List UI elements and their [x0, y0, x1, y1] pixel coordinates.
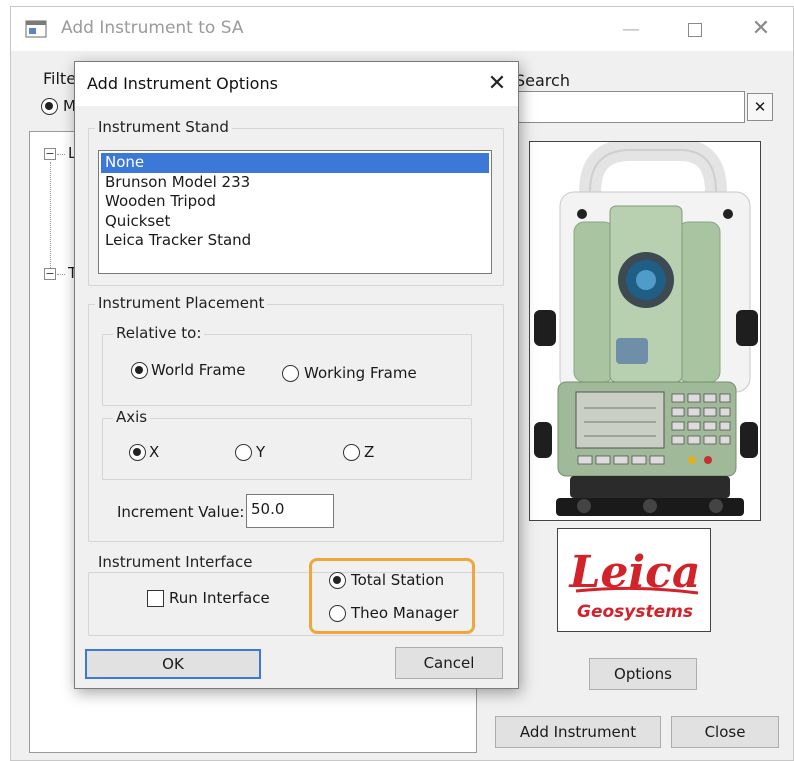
logo-sub-text: Geosystems: [577, 602, 693, 622]
total-station-label[interactable]: Total Station: [351, 571, 444, 589]
main-titlebar[interactable]: Add Instrument to SA — ✕: [11, 7, 793, 51]
main-close-button[interactable]: ✕: [741, 15, 781, 45]
increment-value-input[interactable]: 50.0: [246, 494, 334, 528]
maximize-button[interactable]: [675, 15, 715, 45]
relative-to-legend: Relative to:: [113, 324, 205, 342]
working-frame-label[interactable]: Working Frame: [304, 364, 417, 382]
instrument-interface-legend: Instrument Interface: [95, 553, 256, 571]
leica-logo: Leica Geosystems: [557, 528, 711, 632]
instrument-stand-list[interactable]: None Brunson Model 233 Wooden Tripod Qui…: [98, 150, 492, 274]
stand-option-wooden-tripod[interactable]: Wooden Tripod: [101, 192, 489, 212]
main-window-title: Add Instrument to SA: [61, 18, 244, 38]
dialog-titlebar[interactable]: Add Instrument Options ✕: [75, 62, 518, 106]
instrument-stand-legend: Instrument Stand: [95, 118, 232, 136]
instrument-placement-legend: Instrument Placement: [95, 294, 268, 312]
axis-legend: Axis: [113, 408, 151, 426]
minimize-button[interactable]: —: [611, 15, 651, 45]
axis-z-radio[interactable]: [343, 444, 360, 461]
search-clear-button[interactable]: ✕: [747, 93, 773, 121]
axis-y-radio[interactable]: [235, 444, 252, 461]
theo-manager-label[interactable]: Theo Manager: [351, 604, 459, 622]
close-button[interactable]: Close: [671, 716, 779, 748]
ok-button[interactable]: OK: [85, 649, 261, 679]
axis-x-radio[interactable]: [129, 444, 146, 461]
dialog-title: Add Instrument Options: [87, 74, 278, 93]
total-station-radio[interactable]: [329, 572, 346, 589]
cancel-button[interactable]: Cancel: [395, 647, 503, 679]
maximize-icon: [688, 23, 702, 37]
stand-option-quickset[interactable]: Quickset: [101, 212, 489, 232]
instrument-image: [529, 141, 761, 521]
increment-value-label: Increment Value:: [117, 503, 245, 521]
run-interface-checkbox[interactable]: [147, 590, 164, 607]
run-interface-label[interactable]: Run Interface: [169, 589, 270, 607]
axis-z-label[interactable]: Z: [364, 443, 374, 461]
stand-option-leica-tracker[interactable]: Leica Tracker Stand: [101, 231, 489, 251]
dialog-close-button[interactable]: ✕: [479, 66, 515, 102]
add-instrument-options-dialog: Add Instrument Options ✕ Instrument Stan…: [74, 61, 519, 689]
axis-y-label[interactable]: Y: [256, 443, 265, 461]
theo-manager-radio[interactable]: [329, 605, 346, 622]
search-input[interactable]: [497, 91, 745, 123]
world-frame-radio[interactable]: [131, 362, 148, 379]
working-frame-radio[interactable]: [282, 365, 299, 382]
add-instrument-button[interactable]: Add Instrument: [495, 716, 661, 748]
tree-expand-icon[interactable]: −: [44, 268, 56, 280]
search-label: Search: [515, 71, 570, 90]
filter-radio[interactable]: [41, 98, 58, 115]
tree-expand-icon[interactable]: −: [44, 148, 56, 160]
total-station-illustration: [534, 142, 758, 516]
interface-highlight-box: [309, 558, 475, 634]
stand-option-none[interactable]: None: [101, 153, 489, 173]
stand-option-brunson[interactable]: Brunson Model 233: [101, 173, 489, 193]
options-button[interactable]: Options: [589, 658, 697, 690]
world-frame-label[interactable]: World Frame: [151, 361, 246, 379]
leica-logo-graphic: Leica Geosystems: [568, 547, 701, 622]
axis-x-label[interactable]: X: [149, 443, 159, 461]
app-icon: [25, 20, 47, 38]
